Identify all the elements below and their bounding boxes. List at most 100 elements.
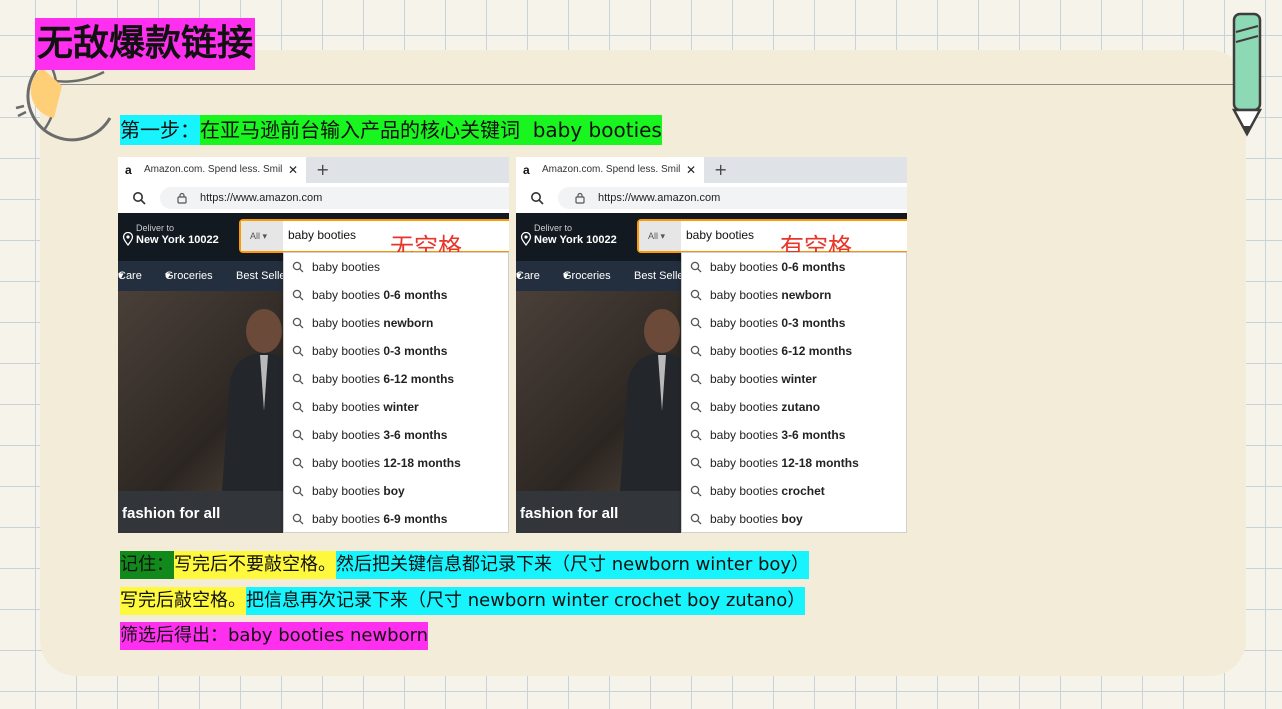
- search-icon: [690, 289, 702, 301]
- search-icon[interactable]: [132, 191, 146, 205]
- search-category-dropdown[interactable]: All ▾: [241, 221, 283, 251]
- suggestion-item[interactable]: baby booties winter: [682, 365, 906, 393]
- subnav-item[interactable]: Groceries ▾: [165, 261, 213, 291]
- suggestion-text: baby booties 6-12 months: [710, 337, 852, 365]
- suggestion-prefix: baby booties: [312, 260, 381, 274]
- remember-tail: 然后把关键信息都记录下来（尺寸 newborn winter boy）: [336, 551, 810, 579]
- suggestion-prefix: baby booties: [312, 344, 384, 358]
- search-input[interactable]: baby booties: [686, 221, 757, 249]
- suggestion-item[interactable]: baby booties 12-18 months: [284, 449, 508, 477]
- location-pin-icon: [520, 232, 532, 246]
- suggestion-item[interactable]: baby booties 6-12 months: [284, 365, 508, 393]
- suggestion-item[interactable]: baby booties 6-12 months: [682, 337, 906, 365]
- search-icon: [690, 485, 702, 497]
- suggestion-item[interactable]: baby booties 3-6 months: [284, 421, 508, 449]
- step-label: 第一步：: [120, 115, 200, 145]
- url-text: https://www.amazon.com: [598, 192, 721, 204]
- suggestion-prefix: baby booties: [710, 456, 782, 470]
- suggestion-item[interactable]: baby booties 0-3 months: [284, 337, 508, 365]
- search-icon: [292, 401, 304, 413]
- deliver-location: New York 10022: [136, 234, 219, 246]
- search-icon: [292, 345, 304, 357]
- suggestion-item[interactable]: baby booties: [284, 253, 508, 281]
- suggestion-completion: 6-12 months: [781, 344, 853, 358]
- lock-icon: [177, 192, 187, 204]
- suggestion-item[interactable]: baby booties 3-6 months: [682, 421, 906, 449]
- browser-tab-bar: a Amazon.com. Spend less. Smile more. ✕ …: [118, 157, 509, 183]
- suggestion-completion: 3-6 months: [383, 428, 448, 442]
- close-tab-icon[interactable]: ✕: [686, 157, 696, 183]
- address-bar-row: https://www.amazon.com: [516, 183, 907, 213]
- note-line-remember: 记住： 写完后不要敲空格。 然后把关键信息都记录下来（尺寸 newborn wi…: [120, 551, 810, 579]
- search-icon: [292, 289, 304, 301]
- suggestion-item[interactable]: baby booties zutano: [682, 393, 906, 421]
- suggestion-item[interactable]: baby booties 0-6 months: [284, 281, 508, 309]
- hero-text: fashion for all: [520, 505, 619, 522]
- subnav-item[interactable]: Care ▾: [118, 261, 142, 291]
- subnav-item[interactable]: Groceries ▾: [563, 261, 611, 291]
- search-category-dropdown[interactable]: All ▾: [639, 221, 681, 251]
- suggestion-completion: 0-3 months: [383, 344, 448, 358]
- suggestion-text: baby booties boy: [312, 477, 405, 505]
- suggestion-text: baby booties 6-12 months: [312, 365, 454, 393]
- suggestion-item[interactable]: baby booties 0-3 months: [682, 309, 906, 337]
- suggestion-text: baby booties newborn: [312, 309, 433, 337]
- url-text: https://www.amazon.com: [200, 192, 323, 204]
- url-bar[interactable]: https://www.amazon.com: [558, 187, 907, 209]
- amazon-screenshot-with-space: a Amazon.com. Spend less. Smile more. ✕ …: [516, 157, 907, 533]
- suggestion-item[interactable]: baby booties 12-18 months: [682, 449, 906, 477]
- suggestion-prefix: baby booties: [710, 344, 782, 358]
- suggestion-item[interactable]: baby booties crochet: [682, 477, 906, 505]
- suggestion-item[interactable]: baby booties boy: [284, 477, 508, 505]
- suggestion-item[interactable]: baby booties boy: [682, 505, 906, 533]
- suggestion-prefix: baby booties: [312, 456, 384, 470]
- suggestion-prefix: baby booties: [710, 400, 782, 414]
- search-icon: [690, 429, 702, 441]
- suggestion-text: baby booties 12-18 months: [710, 449, 859, 477]
- space-tail: 把信息再次记录下来（尺寸 newborn winter crochet boy …: [246, 587, 806, 615]
- suggestion-prefix: baby booties: [312, 288, 384, 302]
- suggestion-text: baby booties 6-9 months: [312, 505, 447, 533]
- suggestion-item[interactable]: baby booties winter: [284, 393, 508, 421]
- search-input[interactable]: baby booties: [288, 221, 356, 249]
- address-bar-row: https://www.amazon.com: [118, 183, 509, 213]
- amazon-screenshot-no-space: a Amazon.com. Spend less. Smile more. ✕ …: [118, 157, 509, 533]
- suggestion-text: baby booties boy: [710, 505, 803, 533]
- suggestion-item[interactable]: baby booties 0-6 months: [682, 253, 906, 281]
- browser-tab[interactable]: a Amazon.com. Spend less. Smile more. ✕: [516, 157, 704, 183]
- new-tab-icon[interactable]: +: [316, 157, 329, 183]
- deliver-label: Deliver to: [136, 223, 175, 233]
- model-photo-icon: [620, 309, 686, 491]
- search-box[interactable]: All ▾ baby booties: [637, 219, 907, 253]
- autocomplete-dropdown: baby booties baby booties 0-6 months baby …: [283, 252, 509, 533]
- suggestion-text: baby booties: [312, 253, 380, 281]
- subnav-item[interactable]: Care ▾: [516, 261, 540, 291]
- suggestion-text: baby booties crochet: [710, 477, 825, 505]
- search-icon: [292, 457, 304, 469]
- remember-text: 写完后不要敲空格。: [174, 551, 336, 579]
- deliver-location: New York 10022: [534, 234, 617, 246]
- search-icon: [690, 261, 702, 273]
- search-icon: [690, 345, 702, 357]
- url-bar[interactable]: https://www.amazon.com: [160, 187, 509, 209]
- suggestion-completion: crochet: [781, 484, 825, 498]
- amazon-favicon-icon: a: [523, 163, 530, 177]
- close-tab-icon[interactable]: ✕: [288, 157, 298, 183]
- search-box[interactable]: All ▾ baby booties: [239, 219, 509, 253]
- model-photo-icon: [222, 309, 288, 491]
- suggestion-prefix: baby booties: [312, 372, 384, 386]
- tab-title: Amazon.com. Spend less. Smile more.: [144, 164, 282, 175]
- suggestion-completion: winter: [781, 372, 817, 386]
- suggestion-item[interactable]: baby booties 6-9 months: [284, 505, 508, 533]
- browser-tab[interactable]: a Amazon.com. Spend less. Smile more. ✕: [118, 157, 306, 183]
- suggestion-text: baby booties 0-3 months: [710, 309, 845, 337]
- search-icon: [292, 513, 304, 525]
- search-icon[interactable]: [530, 191, 544, 205]
- suggestion-completion: 12-18 months: [383, 456, 461, 470]
- suggestion-item[interactable]: baby booties newborn: [284, 309, 508, 337]
- new-tab-icon[interactable]: +: [714, 157, 727, 183]
- hero-text: fashion for all: [122, 505, 221, 522]
- suggestion-prefix: baby booties: [710, 260, 782, 274]
- suggestion-completion: zutano: [781, 400, 821, 414]
- suggestion-item[interactable]: baby booties newborn: [682, 281, 906, 309]
